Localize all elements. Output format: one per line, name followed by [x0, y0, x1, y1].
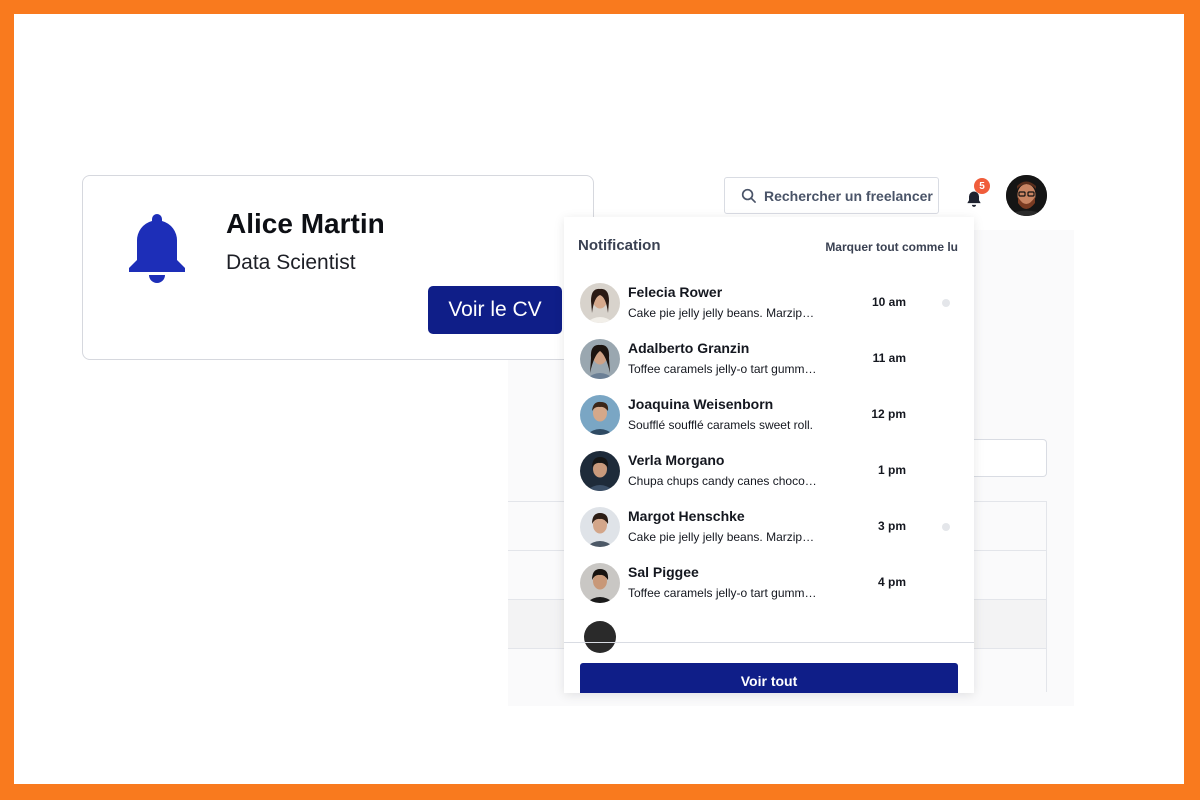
avatar	[584, 621, 616, 653]
notification-sender: Felecia Rower	[628, 284, 723, 300]
avatar	[580, 563, 620, 603]
notification-item[interactable]: Adalberto Granzin Toffee caramels jelly-…	[564, 331, 974, 387]
notification-item[interactable]: Sal Piggee Toffee caramels jelly-o tart …	[564, 555, 974, 611]
notification-dropdown: Notification Marquer tout comme lu Felec…	[564, 217, 974, 693]
notification-preview: Toffee caramels jelly-o tart gummi bears…	[628, 586, 818, 600]
notification-item[interactable]: Margot Henschke Cake pie jelly jelly bea…	[564, 499, 974, 555]
notification-preview: Toffee caramels jelly-o tart gummi bears…	[628, 362, 818, 376]
dropdown-divider	[564, 642, 974, 643]
notification-item[interactable]: Verla Morgano Chupa chups candy canes ch…	[564, 443, 974, 499]
notification-preview: Cake pie jelly jelly beans. Marzipan lem…	[628, 306, 818, 320]
candidate-name: Alice Martin	[226, 208, 385, 239]
notification-preview: Chupa chups candy canes chocolate bar.	[628, 474, 818, 488]
search-label: Rechercher un freelancer	[764, 187, 933, 204]
background-input[interactable]	[964, 439, 1047, 477]
page-canvas: Rechercher un freelancer 5 Alice Martin …	[14, 14, 1184, 784]
notification-time: 10 am	[871, 295, 906, 309]
notification-preview: Cake pie jelly jelly beans. Marzipan lem…	[628, 530, 818, 544]
notification-sender: Margot Henschke	[628, 508, 745, 524]
avatar	[580, 339, 620, 379]
notification-time: 11 am	[872, 351, 906, 365]
dropdown-header: Notification Marquer tout comme lu	[564, 217, 974, 275]
bell-icon	[129, 214, 185, 283]
mark-all-read-button[interactable]: Marquer tout comme lu	[825, 240, 958, 254]
unread-indicator	[942, 299, 950, 307]
view-cv-button[interactable]: Voir le CV	[428, 286, 562, 334]
user-avatar[interactable]	[1006, 175, 1047, 216]
notification-sender: Joaquina Weisenborn	[628, 396, 774, 412]
search-icon	[741, 188, 756, 203]
candidate-role: Data Scientist	[226, 251, 356, 274]
search-freelancer-button[interactable]: Rechercher un freelancer	[724, 177, 939, 214]
notification-item[interactable]: Joaquina Weisenborn Soufflé soufflé cara…	[564, 387, 974, 443]
candidate-card: Alice Martin Data Scientist Voir le CV	[82, 175, 594, 360]
see-all-button[interactable]: Voir tout	[580, 663, 958, 693]
notification-item[interactable]: Felecia Rower Cake pie jelly jelly beans…	[564, 275, 974, 331]
notification-time: 12 pm	[871, 407, 906, 421]
notification-count-badge: 5	[974, 178, 990, 194]
notification-sender: Verla Morgano	[628, 452, 725, 468]
notification-preview: Soufflé soufflé caramels sweet roll.	[628, 418, 813, 432]
notification-sender: Adalberto Granzin	[628, 340, 750, 356]
notification-time: 4 pm	[877, 575, 906, 589]
notification-sender: Sal Piggee	[628, 564, 699, 580]
user-avatar-image	[1006, 175, 1047, 216]
avatar	[580, 451, 620, 491]
dropdown-title: Notification	[578, 237, 661, 254]
notification-time: 1 pm	[877, 463, 906, 477]
notification-time: 3 pm	[877, 519, 906, 533]
notifications-button[interactable]: 5	[962, 178, 990, 208]
avatar	[580, 283, 620, 323]
avatar	[580, 395, 620, 435]
unread-indicator	[942, 523, 950, 531]
avatar	[580, 507, 620, 547]
table-border	[1046, 501, 1047, 692]
